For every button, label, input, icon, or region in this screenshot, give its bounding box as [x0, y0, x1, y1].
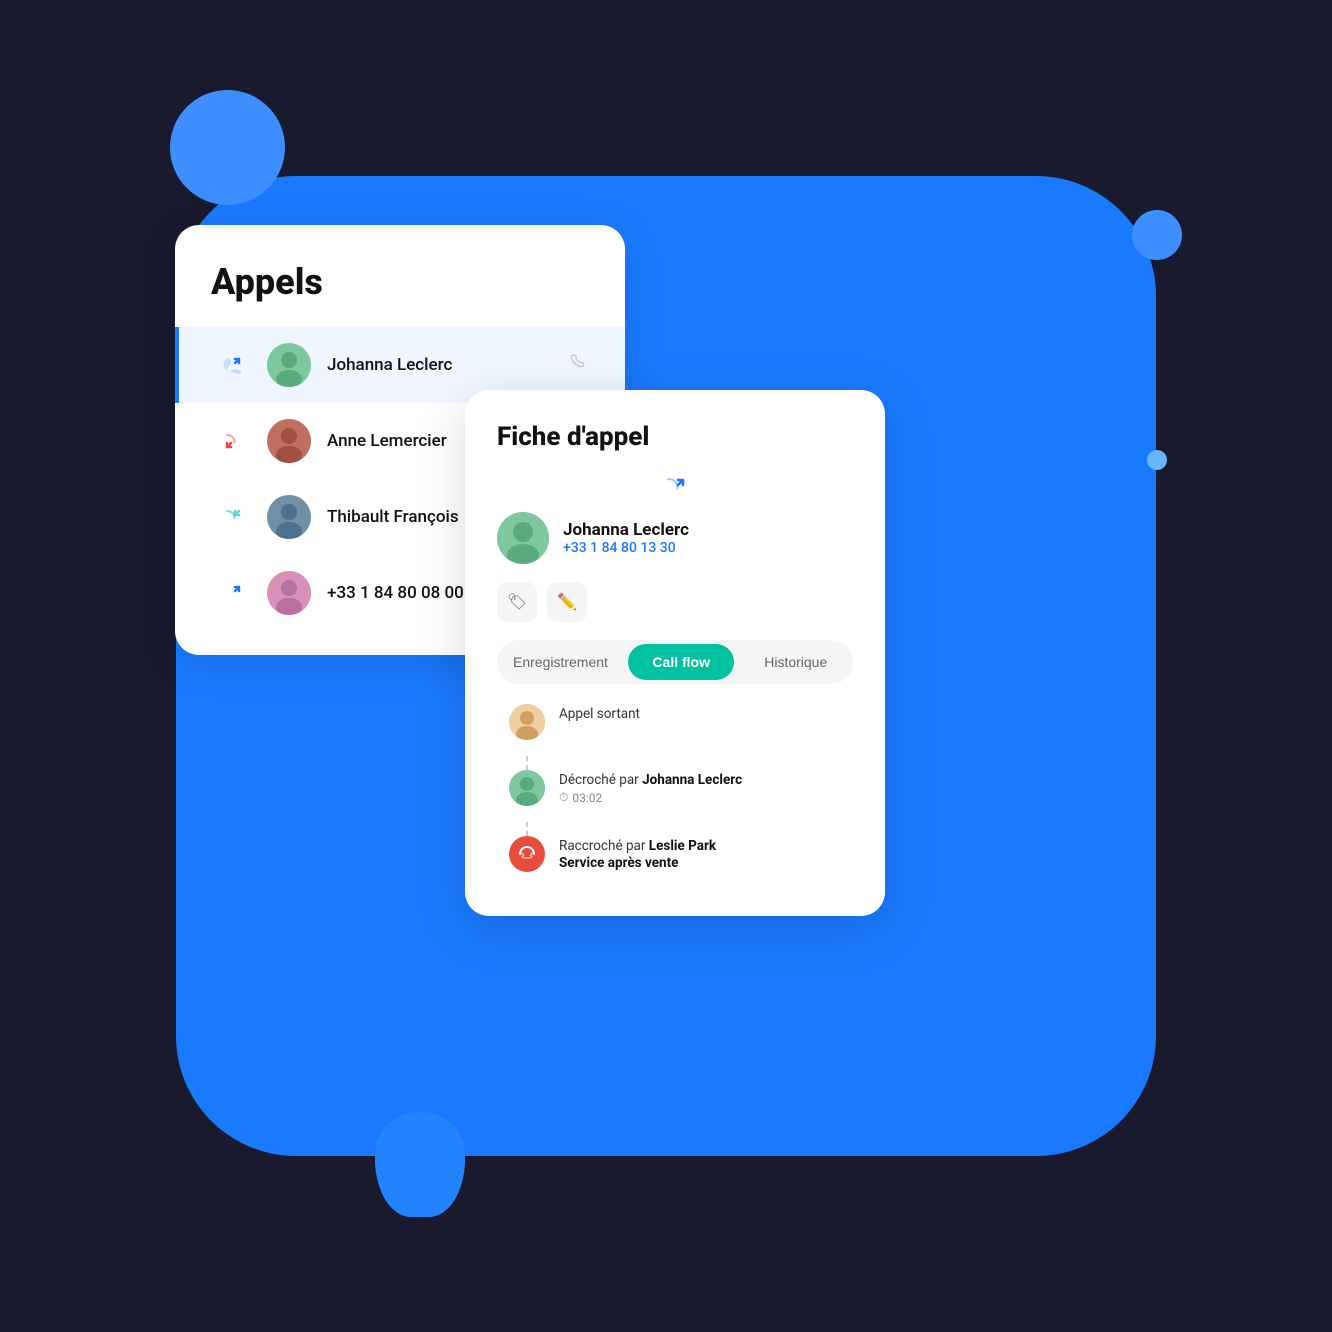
timeline-main-answered: Décroché par Johanna Leclerc — [559, 772, 853, 788]
timeline-line-2 — [526, 822, 528, 836]
tag-button[interactable]: 🏷 — [497, 582, 537, 622]
timeline-content-outgoing: Appel sortant — [559, 704, 853, 722]
tab-callflow[interactable]: Call flow — [628, 644, 735, 680]
timeline-item-hangup: Raccroché par Leslie Park Service après … — [509, 836, 853, 872]
avatar — [267, 495, 311, 539]
missed-call-icon — [215, 423, 251, 459]
avatar — [267, 419, 311, 463]
contact-name-fiche: Johanna Leclerc — [563, 520, 689, 540]
background-container: Appels Johanna Leclerc — [0, 0, 1332, 1332]
edit-button[interactable]: ✏️ — [547, 582, 587, 622]
timeline-main-hangup: Raccroché par Leslie Park — [559, 838, 853, 854]
deco-drop-bottom — [375, 1112, 465, 1217]
contact-name: Johanna Leclerc — [327, 355, 553, 375]
call-flow-timeline: Appel sortant Décroché par Johan — [497, 704, 853, 872]
deco-circle-small — [1147, 450, 1167, 470]
timeline-service: Service après vente — [559, 855, 853, 871]
tab-historique[interactable]: Historique — [742, 644, 849, 680]
avatar — [267, 343, 311, 387]
timeline-main-text: Appel sortant — [559, 706, 853, 722]
fiche-contact-header: Johanna Leclerc +33 1 84 80 13 30 — [497, 512, 853, 564]
appels-title: Appels — [175, 261, 625, 327]
timeline-avatar-answered — [509, 770, 545, 806]
avatar — [267, 571, 311, 615]
fiche-avatar — [497, 512, 549, 564]
tab-enregistrement[interactable]: Enregistrement — [501, 644, 620, 680]
timeline-content-answered: Décroché par Johanna Leclerc ⏱ 03:02 — [559, 770, 853, 805]
fiche-action-buttons: 🏷 ✏️ — [497, 582, 853, 622]
fiche-title: Fiche d'appel — [497, 422, 853, 452]
timeline-avatar-outgoing — [509, 704, 545, 740]
tab-bar: Enregistrement Call flow Historique — [497, 640, 853, 684]
fiche-outgoing-icon — [497, 472, 853, 504]
timeline-content-hangup: Raccroché par Leslie Park Service après … — [559, 836, 853, 871]
outgoing-call-icon — [215, 347, 251, 383]
contact-phone-fiche: +33 1 84 80 13 30 — [563, 540, 689, 556]
deco-circle-topright — [1132, 210, 1182, 260]
timeline-avatar-hangup — [509, 836, 545, 872]
timeline-line-1 — [526, 756, 528, 770]
outgoing-call-icon-2 — [215, 575, 251, 611]
phone-action-icon — [569, 353, 589, 378]
incoming-call-icon — [215, 499, 251, 535]
timeline-item-outgoing: Appel sortant — [509, 704, 853, 740]
fiche-card: Fiche d'appel Johanna Leclerc +33 1 84 8… — [465, 390, 885, 916]
timeline-sub-answered: ⏱ 03:02 — [559, 790, 853, 805]
timeline-item-answered: Décroché par Johanna Leclerc ⏱ 03:02 — [509, 770, 853, 806]
deco-circle-topleft — [170, 90, 285, 205]
fiche-contact-info: Johanna Leclerc +33 1 84 80 13 30 — [563, 520, 689, 556]
